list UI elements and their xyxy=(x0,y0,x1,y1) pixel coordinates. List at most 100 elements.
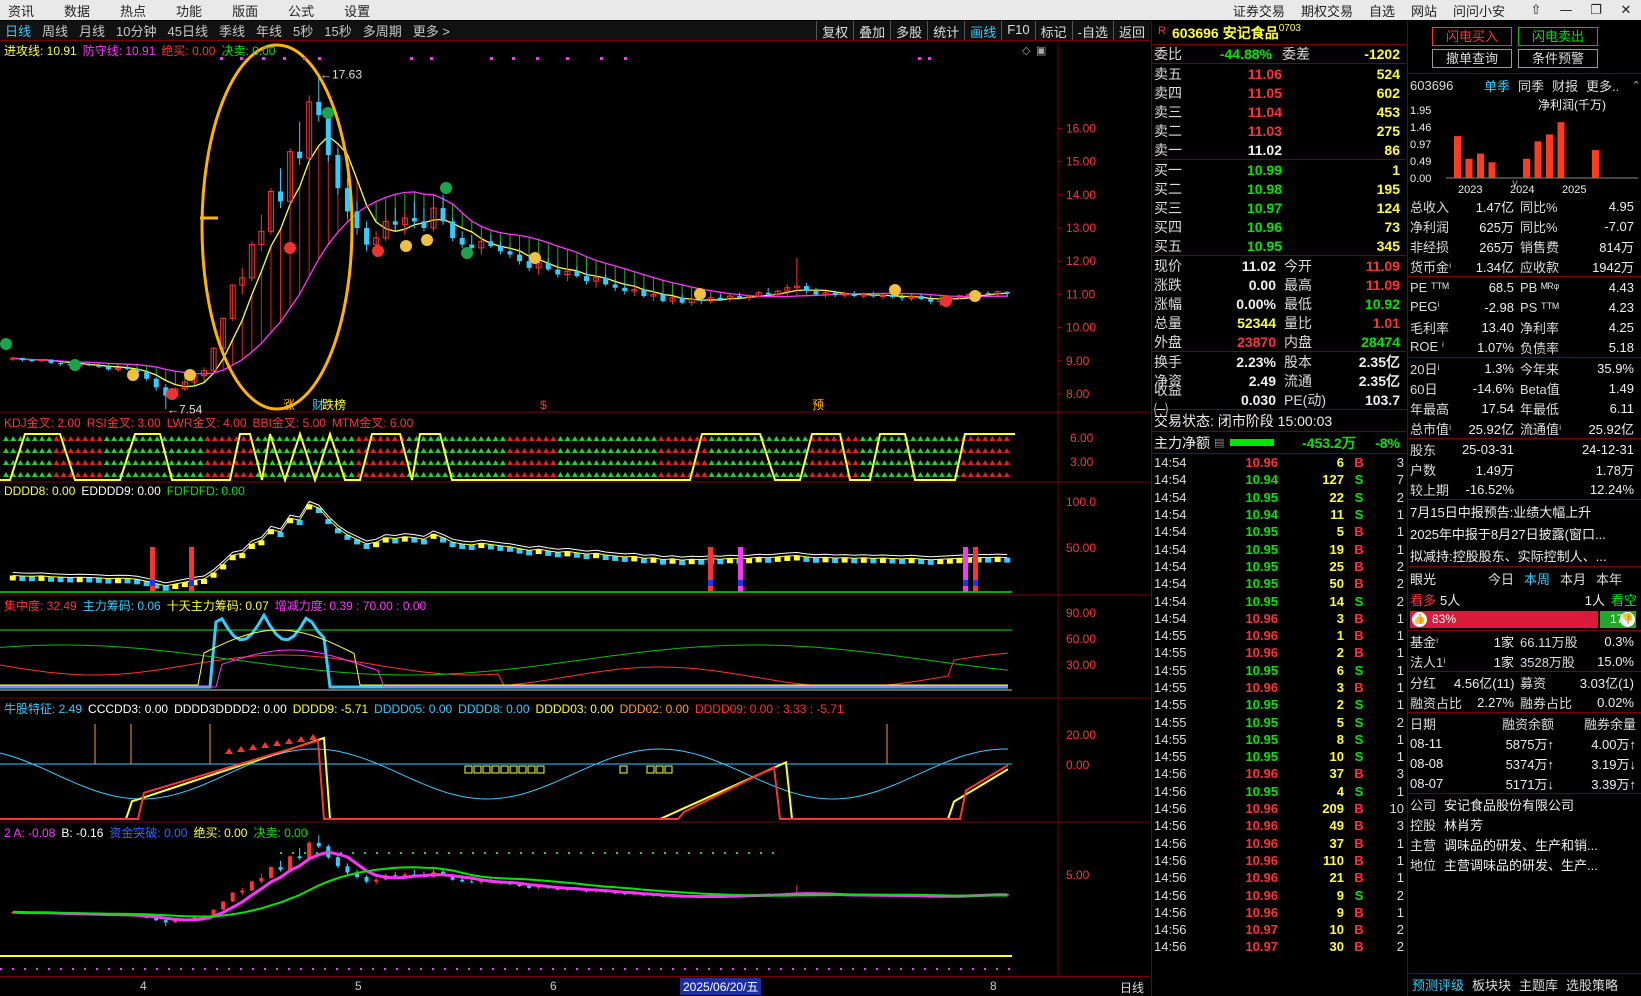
period-tab[interactable]: 15秒 xyxy=(324,21,351,40)
order-level[interactable]: 买一 10.99 1 xyxy=(1152,160,1406,179)
order-level[interactable]: 买三 10.97 124 xyxy=(1152,198,1406,217)
dddd-white-line xyxy=(12,500,1008,584)
chart-action-button[interactable]: F10 xyxy=(1001,21,1034,40)
tick-price: 10.95 xyxy=(1245,593,1278,609)
kdj-arrow xyxy=(96,448,103,453)
order-level[interactable]: 卖五 11.06 524 xyxy=(1152,64,1406,83)
menu-item[interactable]: 版面 xyxy=(232,1,258,20)
menu-item-right[interactable]: 网站 xyxy=(1411,1,1437,20)
fin-tab[interactable]: 单季 xyxy=(1484,76,1510,95)
maximize-icon[interactable]: ❐ xyxy=(1581,3,1611,18)
kdj-arrow xyxy=(427,460,434,465)
info-value: 35.9% xyxy=(1597,360,1634,376)
menu-item[interactable]: 公式 xyxy=(288,1,314,20)
chevron-up-icon[interactable]: ⌃ xyxy=(1632,79,1641,92)
tick-price: 10.97 xyxy=(1245,939,1278,955)
kdj-arrow xyxy=(564,448,571,453)
info-label: 户数 xyxy=(1410,462,1437,478)
candle-body xyxy=(48,359,54,363)
buy-button[interactable]: 闪电买入 xyxy=(1432,27,1512,46)
period-tab[interactable]: 年线 xyxy=(256,21,282,40)
action-button[interactable]: 条件预警 xyxy=(1518,49,1598,68)
tick-side: S xyxy=(1354,593,1364,609)
kline-chart-area[interactable]: 16.00 15.00 14.00 13.00 12.00 11.00 10.00 9.00 8… xyxy=(0,42,1150,976)
margin-col-header: 融资余额 xyxy=(1501,716,1554,732)
sell-button[interactable]: 闪电卖出 xyxy=(1518,27,1598,46)
menu-item[interactable]: 设置 xyxy=(344,1,370,20)
kdj-arrow xyxy=(53,436,60,441)
buy-sign-icon xyxy=(0,338,12,350)
chart-action-button[interactable]: 叠加 xyxy=(853,21,890,40)
main-force-bar xyxy=(1230,439,1275,446)
period-tab[interactable]: 周线 xyxy=(42,21,68,40)
eye-tab[interactable]: 本周 xyxy=(1524,569,1550,588)
order-level[interactable]: 卖一 11.02 86 xyxy=(1152,140,1406,159)
tick-list[interactable]: 14:54 10.96 6 B 3 14:54 10.94 127 S 7 14:54 10.95 22… xyxy=(1152,454,1406,956)
chart-action-button[interactable]: 统计 xyxy=(927,21,964,40)
pin-icon[interactable]: ⇧ xyxy=(1521,3,1551,18)
footer-tab[interactable]: 板块块 xyxy=(1472,975,1511,994)
bull-bar[interactable]: 83% xyxy=(1410,611,1598,628)
fin-tab[interactable]: 更多.. xyxy=(1586,76,1619,95)
menu-item[interactable]: 热点 xyxy=(120,1,146,20)
footer-tab[interactable]: 主题库 xyxy=(1519,975,1558,994)
menu-item[interactable]: 数据 xyxy=(64,1,90,20)
period-tab[interactable]: 季线 xyxy=(219,21,245,40)
order-level[interactable]: 买四 10.96 73 xyxy=(1152,217,1406,236)
chart-action-button[interactable]: 复权 xyxy=(816,21,853,40)
action-button[interactable]: 撤单查询 xyxy=(1432,49,1512,68)
news-item[interactable]: 拟减持:控股股东、实际控制人、... xyxy=(1408,544,1641,566)
menu-item-right[interactable]: 问问小安 xyxy=(1453,1,1505,20)
period-tab[interactable]: 更多 > xyxy=(413,21,450,40)
period-tab[interactable]: 10分钟 xyxy=(116,21,156,40)
kdj-arrow xyxy=(139,472,146,477)
fin-tab[interactable]: 同季 xyxy=(1518,76,1544,95)
menu-item-right[interactable]: 证券交易 xyxy=(1233,1,1285,20)
chart-action-button[interactable]: -自选 xyxy=(1071,21,1113,40)
eye-tab[interactable]: 本月 xyxy=(1560,569,1586,588)
kdj-arrow xyxy=(859,436,866,441)
tick-volume: 9 xyxy=(1336,887,1344,903)
period-tab[interactable]: 月线 xyxy=(79,21,105,40)
tick-count: 10 xyxy=(1389,801,1404,817)
order-level[interactable]: 买五 10.95 345 xyxy=(1152,236,1406,255)
chart-action-button[interactable]: 返回 xyxy=(1112,21,1150,40)
company-row: 控股 林肖芳 xyxy=(1408,814,1641,834)
minimize-icon[interactable]: — xyxy=(1551,3,1581,18)
eye-tab[interactable]: 本年 xyxy=(1596,569,1622,588)
level-label: 买四 xyxy=(1154,218,1182,235)
tick-count: 1 xyxy=(1396,541,1404,557)
news-item[interactable]: 2025年中报于8月27日披露(窗口... xyxy=(1408,522,1641,544)
kdj-arrow xyxy=(319,436,326,441)
order-level[interactable]: 卖四 11.05 602 xyxy=(1152,83,1406,102)
footer-tab[interactable]: 预测评级 xyxy=(1412,975,1464,994)
close-icon[interactable]: ✕ xyxy=(1611,3,1641,18)
dddd-yellow-line xyxy=(12,503,1008,587)
menu-item-right[interactable]: 期权交易 xyxy=(1301,1,1353,20)
menu-item[interactable]: 资讯 xyxy=(8,1,34,20)
period-tab[interactable]: 45日线 xyxy=(168,21,208,40)
period-label[interactable]: 日线 xyxy=(1120,979,1144,996)
tick-time: 14:56 xyxy=(1154,818,1187,834)
menu-item[interactable]: 功能 xyxy=(176,1,202,20)
chart-action-button[interactable]: 画线 xyxy=(964,21,1001,40)
period-tab[interactable]: 日线 xyxy=(5,21,31,40)
news-item[interactable]: 7月15日中报预告:业绩大幅上升 xyxy=(1408,500,1641,522)
fin-tab[interactable]: 财报 xyxy=(1552,76,1578,95)
kdj-arrow xyxy=(615,448,621,453)
period-tab[interactable]: 多周期 xyxy=(363,21,402,40)
order-level[interactable]: 卖二 11.03 275 xyxy=(1152,121,1406,140)
period-tab[interactable]: 5秒 xyxy=(293,21,313,40)
chart-action-button[interactable]: 标记 xyxy=(1034,21,1072,40)
chart-action-button[interactable]: 多股 xyxy=(890,21,927,40)
order-level[interactable]: 买二 10.98 195 xyxy=(1152,179,1406,198)
info-label: PS ᵀᵀᴹ xyxy=(1520,299,1559,315)
order-level[interactable]: 卖三 11.04 453 xyxy=(1152,102,1406,121)
info-label: 年最高 xyxy=(1410,401,1450,417)
eye-tab[interactable]: 今日 xyxy=(1488,569,1514,588)
list-icon[interactable]: ▤ xyxy=(1214,436,1224,449)
tick-count: 3 xyxy=(1396,818,1404,834)
kdj-arrow xyxy=(492,472,499,477)
menu-item-right[interactable]: 自选 xyxy=(1369,1,1395,20)
footer-tab[interactable]: 选股策略 xyxy=(1566,975,1618,994)
